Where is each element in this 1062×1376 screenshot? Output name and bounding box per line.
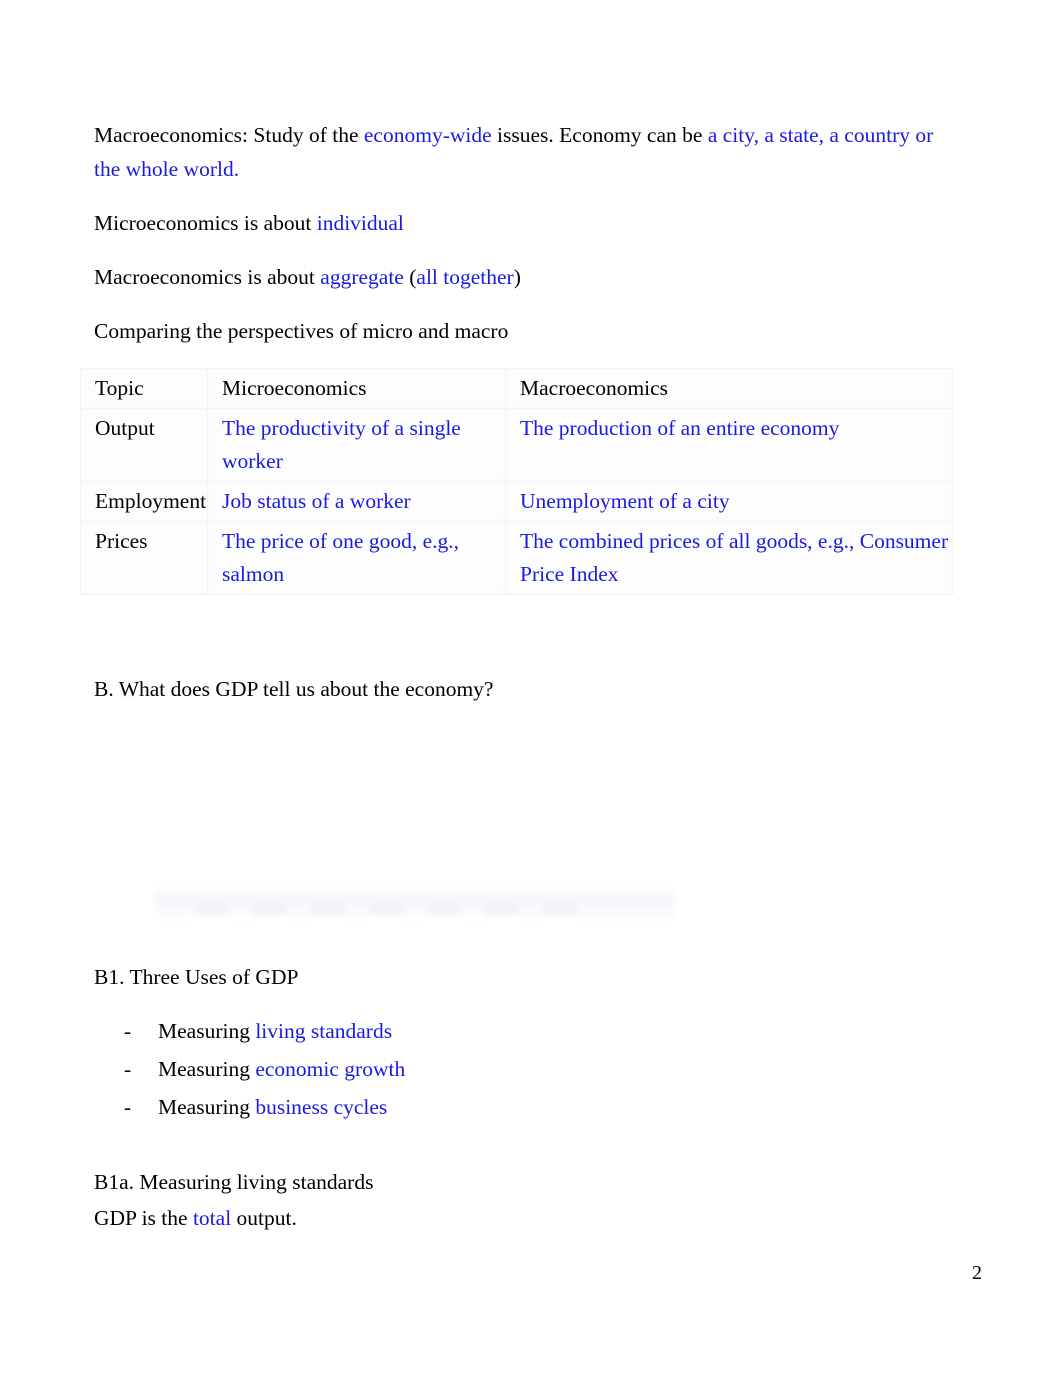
macro-def-blank-economy-wide: economy-wide <box>363 123 492 147</box>
row-macro-output: The production of an entire economy <box>505 408 953 482</box>
row-topic-prices: Prices <box>80 521 208 595</box>
table-header-topic: Topic <box>80 368 208 409</box>
faded-image-artifact <box>155 886 675 922</box>
list-item-blank-living-standards: living standards <box>255 1019 393 1043</box>
intro-section: Macroeconomics: Study of the economy-wid… <box>94 118 954 366</box>
macro-line-end: ) <box>513 265 521 289</box>
microeconomics-paragraph: Microeconomics is about individual <box>94 206 954 240</box>
macro-def-end: . <box>233 157 240 181</box>
document-page: Macroeconomics: Study of the economy-wid… <box>0 0 1062 1376</box>
comparing-perspectives-heading: Comparing the perspectives of micro and … <box>94 319 509 343</box>
macro-def-lead: Macroeconomics: Study of the <box>94 123 364 147</box>
dash-bullet-icon: - <box>124 1057 132 1081</box>
macroeconomics-aggregate-paragraph: Macroeconomics is about aggregate (all t… <box>94 260 954 294</box>
list-item-lead-1: Measuring <box>158 1057 256 1081</box>
list-item: - Measuring living standards <box>94 1012 954 1050</box>
list-item-blank-economic-growth: economic growth <box>255 1057 406 1081</box>
row-macro-employment: Unemployment of a city <box>505 481 953 522</box>
row-micro-output: The productivity of a single worker <box>207 408 506 482</box>
section-b1-heading: B1. Three Uses of GDP <box>94 965 299 989</box>
macro-line-blank-aggregate: aggregate <box>320 265 404 289</box>
gdp-line-end: output. <box>231 1206 297 1230</box>
macroeconomics-definition-paragraph: Macroeconomics: Study of the economy-wid… <box>94 118 954 186</box>
comparison-table-wrapper: Topic Microeconomics Macroeconomics Outp… <box>80 368 953 595</box>
section-b1a: B1a. Measuring living standards GDP is t… <box>94 1164 954 1236</box>
row-macro-prices: The combined prices of all goods, e.g., … <box>505 521 953 595</box>
section-b-heading: B. What does GDP tell us about the econo… <box>94 677 494 701</box>
row-micro-prices: The price of one good, e.g., salmon <box>207 521 506 595</box>
faded-image-artifact-inner <box>195 904 595 914</box>
gdp-line-blank-total: total <box>192 1206 232 1230</box>
three-uses-list: - Measuring living standards - Measuring… <box>94 1012 954 1126</box>
row-micro-employment: Job status of a worker <box>207 481 506 522</box>
gdp-total-output-line: GDP is the total output. <box>94 1200 954 1236</box>
section-b: B. What does GDP tell us about the econo… <box>94 672 954 726</box>
list-item-lead-0: Measuring <box>158 1019 256 1043</box>
gdp-line-lead: GDP is the <box>94 1206 193 1230</box>
section-b1a-heading: B1a. Measuring living standards <box>94 1170 374 1194</box>
table-row: Prices The price of one good, e.g., salm… <box>80 521 953 595</box>
section-b1: B1. Three Uses of GDP - Measuring living… <box>94 960 954 1126</box>
micro-macro-comparison-table: Topic Microeconomics Macroeconomics Outp… <box>80 368 953 595</box>
page-number: 2 <box>972 1262 982 1284</box>
list-item-lead-2: Measuring <box>158 1095 256 1119</box>
micro-line-blank-individual: individual <box>316 211 404 235</box>
table-row: Employment Job status of a worker Unempl… <box>80 481 953 522</box>
table-row: Output The productivity of a single work… <box>80 408 953 482</box>
macro-line-blank-all-together: all together <box>416 265 514 289</box>
list-item: - Measuring business cycles <box>94 1088 954 1126</box>
table-header-row: Topic Microeconomics Macroeconomics <box>80 368 953 409</box>
dash-bullet-icon: - <box>124 1019 132 1043</box>
macro-def-mid: issues. Economy can be <box>491 123 708 147</box>
table-header-microeconomics: Microeconomics <box>207 368 506 409</box>
macro-line-mid: ( <box>403 265 417 289</box>
list-item-blank-business-cycles: business cycles <box>255 1095 388 1119</box>
micro-line-lead: Microeconomics is about <box>94 211 317 235</box>
table-header-macroeconomics: Macroeconomics <box>505 368 953 409</box>
row-topic-output: Output <box>80 408 208 482</box>
list-item: - Measuring economic growth <box>94 1050 954 1088</box>
row-topic-employment: Employment <box>80 481 208 522</box>
dash-bullet-icon: - <box>124 1095 132 1119</box>
macro-line-lead: Macroeconomics is about <box>94 265 321 289</box>
